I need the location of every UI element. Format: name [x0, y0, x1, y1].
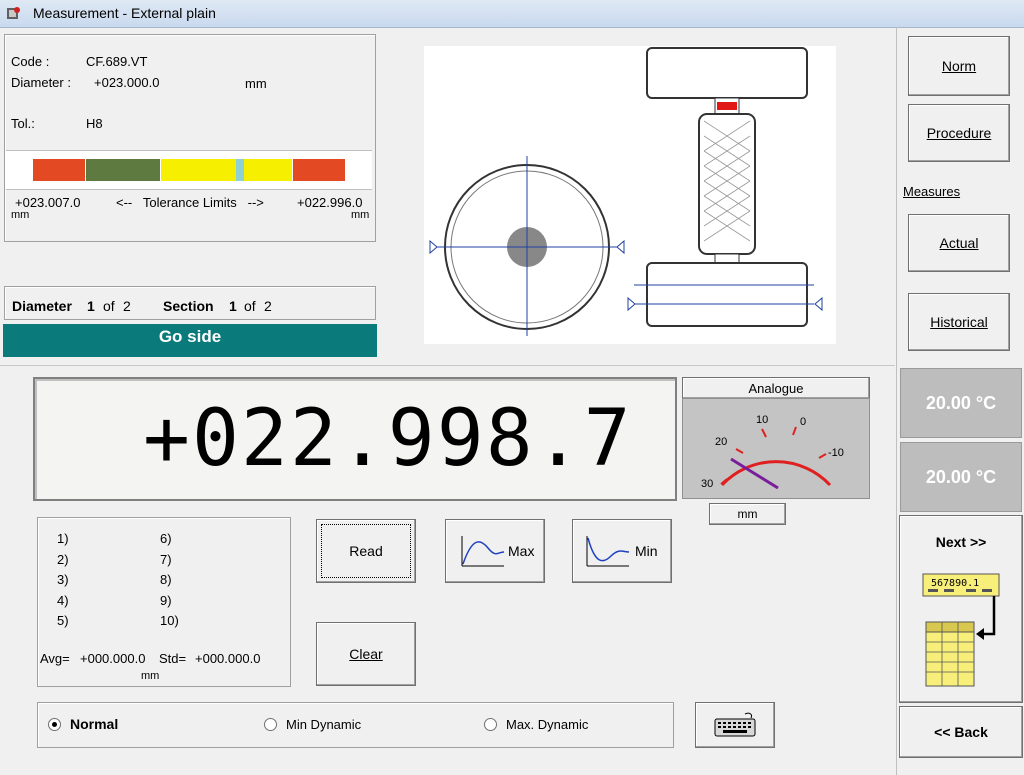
measures-label: Measures: [903, 184, 961, 199]
tolerance-upper-value: +023.007.0: [15, 195, 81, 210]
actual-button[interactable]: Actual: [908, 214, 1010, 272]
tolerance-upper-unit: mm: [11, 209, 30, 221]
procedure-label: Procedure: [926, 125, 992, 141]
scale-label-0: 0: [800, 416, 806, 428]
stats-unit: mm: [141, 670, 160, 682]
analogue-button[interactable]: Analogue: [682, 377, 870, 399]
tolerance-label: Tol.:: [11, 116, 35, 131]
tolerance-current-marker: [236, 159, 244, 181]
historical-label: Historical: [930, 314, 988, 330]
right-sidebar-divider: [896, 27, 897, 775]
analogue-unit: mm: [737, 507, 758, 521]
tolerance-limits-label: <-- Tolerance Limits -->: [116, 195, 264, 210]
read-button[interactable]: Read: [316, 519, 416, 583]
gauge-diagram: [424, 46, 836, 344]
radio-normal-label[interactable]: Normal: [70, 716, 118, 732]
back-button[interactable]: << Back: [899, 706, 1023, 758]
analogue-gauge: 30 20 10 0 -10: [682, 398, 870, 499]
reading-slot: 1): [57, 531, 69, 546]
tolerance-zone-yellow-right: [244, 159, 292, 181]
historical-button[interactable]: Historical: [908, 293, 1010, 351]
tolerance-value: H8: [86, 116, 103, 131]
part-info-panel: [4, 34, 376, 242]
tolerance-zone-red-left: [33, 159, 85, 181]
counter-icon-digits: 567890.1: [931, 578, 979, 589]
actual-label: Actual: [939, 235, 979, 251]
tolerance-bar: [33, 159, 345, 181]
reading-slot: 4): [57, 592, 69, 608]
max-button[interactable]: Max: [445, 519, 545, 583]
max-curve-icon: [461, 536, 505, 567]
section-total: 2: [264, 298, 272, 314]
section-diameter-label: Diameter: [12, 298, 72, 314]
code-value: CF.689.VT: [86, 54, 148, 69]
divider: [0, 365, 895, 366]
diameter-unit: mm: [245, 76, 267, 91]
tolerance-lower-unit: mm: [351, 209, 370, 221]
section-diameter-total: 2: [123, 298, 131, 314]
tolerance-zone-red-right: [293, 159, 345, 181]
reading-slot: 5): [57, 613, 69, 628]
readings-col-2: 6) 7) 8) 9) 10): [160, 529, 179, 632]
reading-slot: 9): [160, 592, 172, 608]
next-button[interactable]: Next >> 567890.1: [899, 515, 1023, 703]
reading-slot: 6): [160, 531, 172, 546]
diameter-value: +023.000.0: [94, 75, 160, 90]
title-bar: Measurement - External plain: [0, 0, 1024, 28]
keyboard-icon: [714, 712, 756, 737]
analogue-unit-button[interactable]: mm: [709, 503, 786, 525]
section-of: of: [244, 298, 256, 314]
radio-min-dynamic-label[interactable]: Min Dynamic: [286, 717, 361, 732]
temperature-1-value: 20.00 °C: [925, 392, 997, 413]
analogue-title: Analogue: [748, 380, 804, 396]
avg-label: Avg=: [40, 651, 70, 666]
diameter-label: Diameter :: [11, 75, 71, 90]
section-diameter-of: of: [103, 298, 115, 314]
tolerance-lower-value: +022.996.0: [297, 195, 363, 210]
next-label: Next >>: [935, 534, 987, 550]
back-label: << Back: [934, 724, 988, 740]
min-curve-icon: [586, 536, 630, 567]
radio-max-dynamic-label[interactable]: Max. Dynamic: [506, 717, 588, 732]
std-value: +000.000.0: [195, 651, 261, 666]
tolerance-zone-yellow-left: [161, 159, 236, 181]
reading-slot: 3): [57, 572, 69, 587]
avg-value: +000.000.0: [80, 651, 146, 666]
section-number: 1: [229, 298, 237, 314]
scale-label-30: 30: [701, 478, 713, 490]
scale-label-minus10: -10: [828, 447, 844, 459]
reading-slot: 8): [160, 572, 172, 587]
clear-button[interactable]: Clear: [316, 622, 416, 686]
temperature-2-value: 20.00 °C: [925, 466, 997, 487]
clear-label: Clear: [349, 646, 383, 662]
radio-max-dynamic[interactable]: [484, 718, 497, 731]
radio-min-dynamic[interactable]: [264, 718, 277, 731]
std-label: Std=: [159, 651, 187, 666]
min-button[interactable]: Min: [572, 519, 672, 583]
reading-slot: 10): [160, 613, 179, 628]
scale-label-20: 20: [715, 436, 727, 448]
section-diameter-number: 1: [87, 298, 95, 314]
reading-value: +022.998.7: [143, 394, 633, 484]
tolerance-zone-green: [86, 159, 160, 181]
section-label: Section: [163, 298, 214, 314]
temperature-display-2: 20.00 °C: [900, 442, 1022, 512]
min-label: Min: [635, 543, 658, 559]
code-label: Code :: [11, 54, 50, 69]
go-side-label: Go side: [158, 327, 222, 346]
norm-button[interactable]: Norm: [908, 36, 1010, 96]
keyboard-button[interactable]: [695, 702, 775, 748]
app-icon: [7, 7, 20, 19]
scale-label-10: 10: [756, 414, 768, 426]
reading-slot: 2): [57, 551, 69, 567]
transfer-to-table-icon: 567890.1: [922, 573, 1000, 687]
window-title: Measurement - External plain: [33, 5, 216, 21]
radio-normal[interactable]: [48, 718, 61, 731]
readings-col-1: 1) 2) 3) 4) 5): [57, 529, 69, 632]
max-label: Max: [508, 543, 535, 559]
norm-label: Norm: [941, 58, 977, 74]
temperature-display-1: 20.00 °C: [900, 368, 1022, 438]
procedure-button[interactable]: Procedure: [908, 104, 1010, 162]
reading-slot: 7): [160, 551, 172, 567]
